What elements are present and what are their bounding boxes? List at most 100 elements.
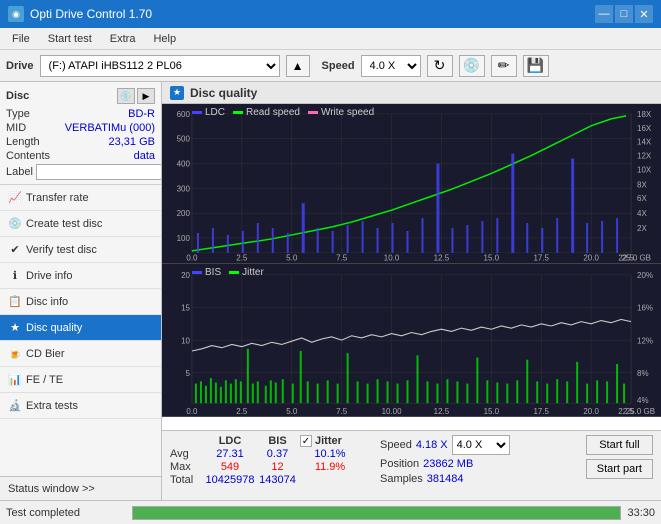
status-window-button[interactable]: Status window >> <box>0 476 161 500</box>
svg-text:12X: 12X <box>637 152 652 161</box>
content-header-icon: ★ <box>170 86 184 100</box>
speed-row: Speed 4.18 X 4.0 X <box>380 435 510 455</box>
legend-jitter: Jitter <box>229 267 264 278</box>
speed-select[interactable]: 4.0 X <box>361 55 421 77</box>
sidebar-item-transfer-rate[interactable]: 📈 Transfer rate <box>0 185 161 211</box>
samples-label: Samples <box>380 473 423 485</box>
disc-section: Disc 💿 ▶ Type BD-R MID VERBATIMu (000) L… <box>0 82 161 185</box>
svg-text:16%: 16% <box>637 302 654 312</box>
svg-text:10.0: 10.0 <box>384 254 400 263</box>
start-part-button[interactable]: Start part <box>586 459 653 479</box>
svg-text:16X: 16X <box>637 124 652 133</box>
disc-type-value: BD-R <box>128 108 155 120</box>
content-area: ★ Disc quality LDC Read speed <box>162 82 661 500</box>
sidebar: Disc 💿 ▶ Type BD-R MID VERBATIMu (000) L… <box>0 82 162 500</box>
svg-text:6X: 6X <box>637 194 647 203</box>
main-area: Disc 💿 ▶ Type BD-R MID VERBATIMu (000) L… <box>0 82 661 500</box>
disc-read-button[interactable]: 💿 <box>459 55 485 77</box>
disc-label-input[interactable] <box>36 164 162 180</box>
ldc-avg: 27.31 <box>205 448 255 460</box>
svg-text:100: 100 <box>177 234 191 243</box>
read-speed-legend-text: Read speed <box>246 107 300 118</box>
title-bar: ◉ Opti Drive Control 1.70 — □ ✕ <box>0 0 661 28</box>
write-speed-legend-dot <box>308 111 318 114</box>
menu-start-test[interactable]: Start test <box>40 31 100 47</box>
svg-text:20.0: 20.0 <box>583 254 599 263</box>
maximize-button[interactable]: □ <box>615 5 633 23</box>
ldc-legend-text: LDC <box>205 107 225 118</box>
sidebar-item-extra-tests[interactable]: 🔬 Extra tests <box>0 393 161 419</box>
sidebar-item-label: Extra tests <box>26 400 78 412</box>
svg-text:20: 20 <box>181 270 190 280</box>
sidebar-item-create-test-disc[interactable]: 💿 Create test disc <box>0 211 161 237</box>
svg-text:15.0: 15.0 <box>484 405 500 415</box>
save-button[interactable]: 💾 <box>523 55 549 77</box>
progress-fill <box>133 507 620 519</box>
speed-row-label: Speed <box>380 439 412 451</box>
close-button[interactable]: ✕ <box>635 5 653 23</box>
transfer-rate-icon: 📈 <box>8 191 22 205</box>
svg-text:300: 300 <box>177 184 191 193</box>
sidebar-item-disc-info[interactable]: 📋 Disc info <box>0 289 161 315</box>
bis-max: 12 <box>255 461 300 473</box>
jitter-checkbox[interactable]: ✓ <box>300 435 312 447</box>
chart-bottom-svg: 20 15 10 5 20% 16% 12% 8% 4% 0.0 2.5 5.0 <box>162 264 661 416</box>
sidebar-item-label: Create test disc <box>26 218 102 230</box>
position-row: Position 23862 MB <box>380 458 510 470</box>
svg-text:0.0: 0.0 <box>186 254 198 263</box>
app-title: Opti Drive Control 1.70 <box>30 7 152 21</box>
fe-te-icon: 📊 <box>8 373 22 387</box>
samples-value: 381484 <box>427 473 464 485</box>
svg-text:25.0 GB: 25.0 GB <box>626 405 656 415</box>
empty-cell <box>170 435 205 447</box>
chart-top-svg: 600 500 400 300 200 100 18X 16X 14X 12X … <box>162 104 661 263</box>
chart-ldc: LDC Read speed Write speed <box>162 104 661 264</box>
menu-help[interactable]: Help <box>145 31 184 47</box>
disc-icon-btn-2[interactable]: ▶ <box>137 88 155 104</box>
disc-label-label: Label <box>6 166 33 178</box>
svg-text:18X: 18X <box>637 110 652 119</box>
svg-text:5: 5 <box>186 367 191 377</box>
jitter-max: 11.9% <box>300 461 360 473</box>
sidebar-item-disc-quality[interactable]: ★ Disc quality <box>0 315 161 341</box>
drive-eject-button[interactable]: ▲ <box>286 55 310 77</box>
write-speed-legend-text: Write speed <box>321 107 374 118</box>
svg-text:4%: 4% <box>637 395 649 405</box>
svg-text:200: 200 <box>177 209 191 218</box>
menu-file[interactable]: File <box>4 31 38 47</box>
sidebar-item-drive-info[interactable]: ℹ Drive info <box>0 263 161 289</box>
bis-avg: 0.37 <box>255 448 300 460</box>
disc-label-row: Label 🔍 <box>6 164 155 180</box>
refresh-button[interactable]: ↻ <box>427 55 453 77</box>
jitter-legend-text: Jitter <box>242 267 264 278</box>
speed-mode-select[interactable]: 4.0 X <box>452 435 510 455</box>
sidebar-item-label: CD Bier <box>26 348 65 360</box>
sidebar-item-label: Disc quality <box>26 322 82 334</box>
svg-text:12%: 12% <box>637 335 654 345</box>
sidebar-item-verify-test-disc[interactable]: ✔ Verify test disc <box>0 237 161 263</box>
jitter-total <box>300 474 360 486</box>
chart-bis: BIS Jitter <box>162 264 661 417</box>
max-label: Max <box>170 461 205 473</box>
sidebar-item-fe-te[interactable]: 📊 FE / TE <box>0 367 161 393</box>
samples-row: Samples 381484 <box>380 473 510 485</box>
drive-select[interactable]: (F:) ATAPI iHBS112 2 PL06 <box>40 55 280 77</box>
sidebar-item-label: Drive info <box>26 270 72 282</box>
start-full-button[interactable]: Start full <box>586 435 653 455</box>
minimize-button[interactable]: — <box>595 5 613 23</box>
bis-legend-text: BIS <box>205 267 221 278</box>
avg-label: Avg <box>170 448 205 460</box>
disc-icon-btn-1[interactable]: 💿 <box>117 88 135 104</box>
write-button[interactable]: ✏ <box>491 55 517 77</box>
time-display: 33:30 <box>627 507 655 519</box>
bis-header: BIS <box>255 435 300 447</box>
start-buttons: Start full Start part <box>586 435 653 479</box>
sidebar-item-cd-bier[interactable]: 🍺 CD Bier <box>0 341 161 367</box>
position-label: Position <box>380 458 419 470</box>
ldc-legend-dot <box>192 111 202 114</box>
ldc-header: LDC <box>205 435 255 447</box>
menu-extra[interactable]: Extra <box>102 31 144 47</box>
drive-info-icon: ℹ <box>8 269 22 283</box>
create-test-disc-icon: 💿 <box>8 217 22 231</box>
chart-top-legend: LDC Read speed Write speed <box>192 107 374 118</box>
